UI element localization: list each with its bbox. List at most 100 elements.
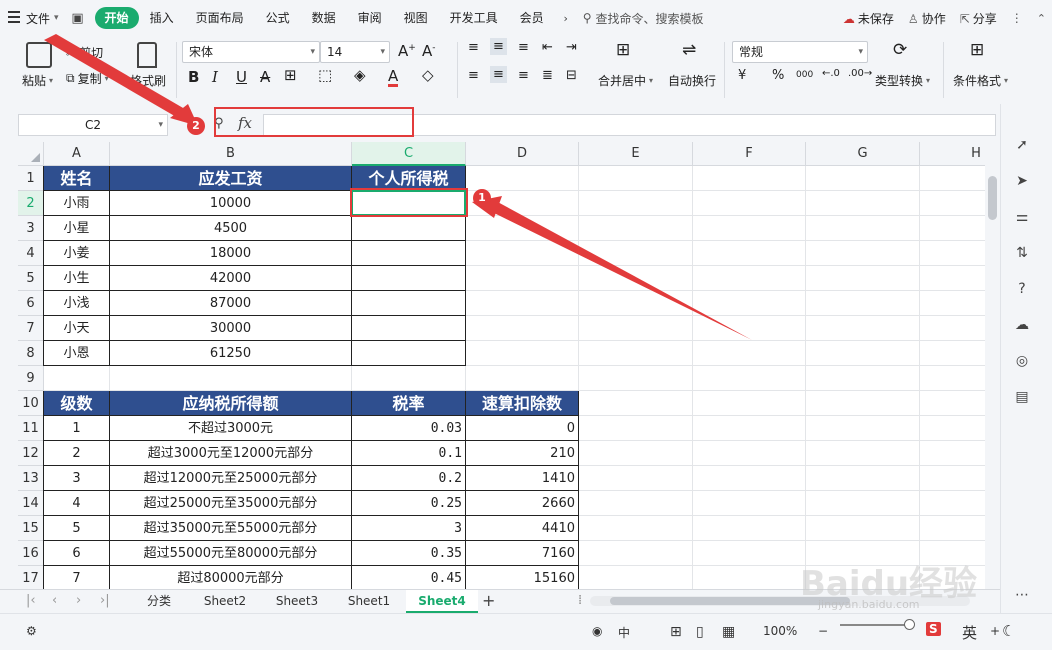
table1-cell[interactable]: 小姜 (44, 241, 110, 266)
menu-tab-0[interactable]: 开始 (94, 7, 139, 29)
collapse-ribbon-icon[interactable]: ⌃ (1037, 12, 1046, 25)
table2-cell[interactable]: 4410 (466, 516, 579, 541)
table2-cell[interactable]: 4 (44, 491, 110, 516)
table2-cell[interactable]: 0.35 (352, 541, 466, 566)
table1-cell[interactable]: 61250 (110, 341, 352, 366)
table1-cell[interactable]: 小生 (44, 266, 110, 291)
sliders-icon[interactable]: ⚌ (1013, 208, 1031, 226)
more-icon[interactable]: ⋯ (1013, 586, 1031, 604)
column-header-d[interactable]: D (466, 142, 579, 166)
row-header-14[interactable]: 14 (18, 491, 44, 516)
cloud-sync-icon[interactable]: ☁ (1013, 316, 1031, 334)
collab-button[interactable]: ♙ 协作 (908, 10, 946, 27)
table2-cell[interactable]: 5 (44, 516, 110, 541)
row-header-2[interactable]: 2 (18, 191, 44, 216)
increase-font-icon[interactable]: A+ (398, 42, 416, 60)
table2-cell[interactable]: 0.2 (352, 466, 466, 491)
table2-cell[interactable]: 2 (44, 441, 110, 466)
column-header-h[interactable]: H (920, 142, 985, 166)
column-header-e[interactable]: E (579, 142, 693, 166)
zoom-slider-track[interactable] (840, 624, 910, 626)
row-header-15[interactable]: 15 (18, 516, 44, 541)
page-layout-view-icon[interactable]: ▯ (696, 624, 704, 640)
unsaved-button[interactable]: ☁ 未保存 (843, 10, 894, 27)
currency-icon[interactable]: ¥ (738, 68, 746, 83)
align-right-icon[interactable]: ≡ (518, 68, 529, 83)
cond-format-icon[interactable]: ⊞ (970, 40, 984, 60)
percent-icon[interactable]: % (772, 68, 784, 83)
view-mode-icon[interactable]: 中 (618, 624, 630, 641)
strikethrough-icon[interactable]: A (260, 68, 270, 86)
table1-cell[interactable] (352, 291, 466, 316)
table2-cell[interactable]: 超过25000元至35000元部分 (110, 491, 352, 516)
macro-icon[interactable]: ⚙ (26, 624, 37, 638)
table1-cell[interactable] (352, 316, 466, 341)
help-icon[interactable]: ? (1013, 280, 1031, 298)
indent-increase-icon[interactable]: ⇥ (566, 40, 577, 55)
decrease-decimal-icon[interactable]: .00→ (848, 68, 872, 79)
table1-cell[interactable]: 小雨 (44, 191, 110, 216)
next-sheet-icon[interactable]: › (76, 593, 81, 608)
font-color-icon[interactable]: A (388, 68, 399, 87)
table1-header[interactable]: 姓名 (44, 166, 110, 191)
borders-icon[interactable]: ⊞ (284, 66, 297, 84)
font-size-select[interactable]: 14 ▾ (320, 41, 390, 63)
menu-tab-5[interactable]: 审阅 (347, 7, 393, 29)
table1-header[interactable]: 应发工资 (110, 166, 352, 191)
splitter-icon[interactable]: ⁞ (578, 593, 582, 608)
page-break-view-icon[interactable]: ▦ (722, 624, 735, 640)
sheet-tab-2[interactable]: Sheet3 (262, 590, 332, 613)
table1-cell[interactable]: 小星 (44, 216, 110, 241)
table1-cell[interactable] (352, 341, 466, 366)
fill-shade-icon[interactable]: ⬚ (318, 66, 332, 84)
table2-cell[interactable]: 3 (352, 516, 466, 541)
type-convert-icon[interactable]: ⟳ (893, 40, 907, 60)
table2-cell[interactable]: 15160 (466, 566, 579, 589)
share-button[interactable]: ⇱ 分享 (960, 10, 997, 27)
increase-decimal-icon[interactable]: ←.0 (822, 68, 840, 79)
table1-cell[interactable] (352, 266, 466, 291)
rocket-icon[interactable]: ➚ (1013, 136, 1031, 154)
menu-tab-3[interactable]: 公式 (255, 7, 301, 29)
input-method-icon[interactable]: S (926, 622, 941, 636)
table1-cell[interactable]: 30000 (110, 316, 352, 341)
more-tabs-icon[interactable]: › (555, 7, 577, 29)
file-menu[interactable]: 文件 ▾ (0, 6, 67, 30)
column-header-b[interactable]: B (110, 142, 352, 166)
vertical-scrollbar[interactable] (985, 142, 1000, 589)
table2-cell[interactable]: 0 (466, 416, 579, 441)
row-header-11[interactable]: 11 (18, 416, 44, 441)
row-header-1[interactable]: 1 (18, 166, 44, 191)
bold-icon[interactable]: B (188, 68, 199, 86)
eye-protect-icon[interactable]: ◉ (592, 624, 602, 638)
table1-cell[interactable]: 小天 (44, 316, 110, 341)
align-bottom-icon[interactable]: ≡ (518, 40, 529, 55)
add-sheet-icon[interactable]: + (482, 590, 495, 612)
table2-cell[interactable]: 1410 (466, 466, 579, 491)
menu-tab-7[interactable]: 开发工具 (439, 7, 509, 29)
zoom-slider-knob[interactable] (904, 619, 915, 630)
last-sheet-icon[interactable]: ›| (100, 593, 110, 608)
paste-button[interactable]: 粘贴 ▾ (22, 72, 53, 89)
table2-cell[interactable]: 0.45 (352, 566, 466, 589)
table2-cell[interactable]: 0.1 (352, 441, 466, 466)
zoom-level[interactable]: 100% (763, 624, 797, 638)
transfer-icon[interactable]: ⇅ (1013, 244, 1031, 262)
first-sheet-icon[interactable]: |‹ (26, 593, 36, 608)
sheet-tab-4[interactable]: Sheet4 (406, 590, 478, 613)
format-painter-icon[interactable] (137, 42, 157, 68)
prev-sheet-icon[interactable]: ‹ (52, 593, 57, 608)
table2-cell[interactable]: 2660 (466, 491, 579, 516)
italic-icon[interactable]: I (212, 68, 218, 86)
sheet-tab-3[interactable]: Sheet1 (336, 590, 402, 613)
thousands-icon[interactable]: 000 (796, 70, 813, 80)
row-header-7[interactable]: 7 (18, 316, 44, 341)
table2-cell[interactable]: 超过3000元至12000元部分 (110, 441, 352, 466)
row-header-5[interactable]: 5 (18, 266, 44, 291)
table2-cell[interactable]: 不超过3000元 (110, 416, 352, 441)
row-header-4[interactable]: 4 (18, 241, 44, 266)
table2-cell[interactable]: 0.25 (352, 491, 466, 516)
name-box[interactable]: C2 ▾ (18, 114, 168, 136)
cond-format-button[interactable]: 条件格式 ▾ (953, 72, 1008, 89)
type-convert-button[interactable]: 类型转换 ▾ (875, 72, 930, 89)
